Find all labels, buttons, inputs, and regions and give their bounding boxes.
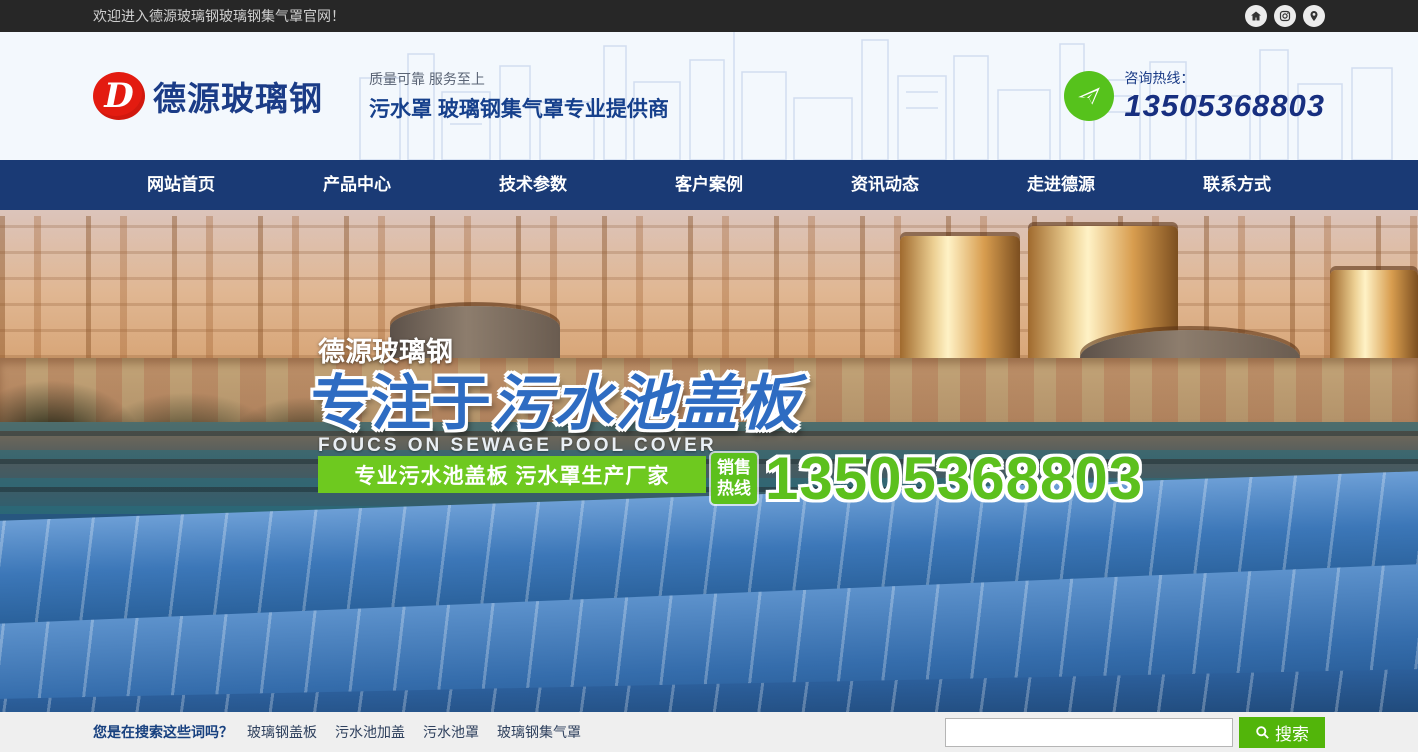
nav-item-contact[interactable]: 联系方式 <box>1149 160 1325 210</box>
logo-text: 德源玻璃钢 <box>153 72 323 120</box>
topbar: 欢迎进入德源玻璃钢玻璃钢集气罩官网！ <box>0 0 1418 32</box>
search-button-label: 搜索 <box>1275 720 1309 745</box>
banner-headline: 专注于污水池盖板 <box>311 355 801 442</box>
main-nav: 网站首页 产品中心 技术参数 客户案例 资讯动态 走进德源 联系方式 <box>0 160 1418 210</box>
nav-item-news[interactable]: 资讯动态 <box>797 160 973 210</box>
banner-hotline-label-line1: 销售 <box>717 458 751 478</box>
logo[interactable]: D 德源玻璃钢 <box>93 72 323 120</box>
banner-hotline-number: 13505368803 <box>765 444 1143 513</box>
site-header: D 德源玻璃钢 质量可靠 服务至上 污水罩 玻璃钢集气罩专业提供商 咨询热线： … <box>0 32 1418 160</box>
keyword-link[interactable]: 玻璃钢集气罩 <box>497 722 581 742</box>
search-input[interactable] <box>945 718 1233 747</box>
banner-content: 德源玻璃钢 专注于污水池盖板 FOUCS ON SEWAGE POOL COVE… <box>93 210 1325 712</box>
banner-cta-button[interactable]: 专业污水池盖板 污水罩生产厂家 <box>318 456 706 493</box>
hero-banner: 德源玻璃钢 专注于污水池盖板 FOUCS ON SEWAGE POOL COVE… <box>0 210 1418 712</box>
keyword-link[interactable]: 污水池加盖 <box>335 722 405 742</box>
banner-subtitle-en: FOUCS ON SEWAGE POOL COVER <box>318 435 717 457</box>
slogan-big: 污水罩 玻璃钢集气罩专业提供商 <box>369 93 669 123</box>
nav-item-about[interactable]: 走进德源 <box>973 160 1149 210</box>
logo-mark-icon: D <box>93 72 145 120</box>
welcome-text: 欢迎进入德源玻璃钢玻璃钢集气罩官网！ <box>93 6 345 26</box>
slogan-small: 质量可靠 服务至上 <box>369 69 669 89</box>
banner-hotline-label-line2: 热线 <box>717 479 751 499</box>
banner-hotline: 销售 热线 13505368803 <box>711 444 1143 513</box>
nav-item-specs[interactable]: 技术参数 <box>445 160 621 210</box>
instagram-icon[interactable] <box>1274 5 1296 27</box>
hotline-number: 13505368803 <box>1124 88 1325 124</box>
keyword-link[interactable]: 污水池罩 <box>423 722 479 742</box>
header-slogan: 质量可靠 服务至上 污水罩 玻璃钢集气罩专业提供商 <box>369 69 669 123</box>
header-hotline: 咨询热线： 13505368803 <box>1064 68 1325 124</box>
nav-item-home[interactable]: 网站首页 <box>93 160 269 210</box>
nav-item-products[interactable]: 产品中心 <box>269 160 445 210</box>
banner-tank <box>1330 270 1418 366</box>
search-button[interactable]: 搜索 <box>1239 717 1325 748</box>
search-strip: 您是在搜索这些词吗？ 玻璃钢盖板 污水池加盖 污水池罩 玻璃钢集气罩 搜索 <box>0 712 1418 752</box>
keyword-link[interactable]: 玻璃钢盖板 <box>247 722 317 742</box>
social-icons <box>1245 5 1325 27</box>
banner-hotline-label: 销售 热线 <box>711 453 757 504</box>
home-icon[interactable] <box>1245 5 1267 27</box>
hotline-label: 咨询热线： <box>1124 68 1325 88</box>
location-icon[interactable] <box>1303 5 1325 27</box>
search-prompt: 您是在搜索这些词吗？ <box>93 722 233 742</box>
paper-plane-icon <box>1064 71 1114 121</box>
banner-headline-main: 污水池盖板 <box>491 370 801 437</box>
nav-item-cases[interactable]: 客户案例 <box>621 160 797 210</box>
search-box: 搜索 <box>945 717 1325 748</box>
banner-headline-prefix: 专注于 <box>311 370 491 437</box>
magnifier-icon <box>1255 725 1270 740</box>
